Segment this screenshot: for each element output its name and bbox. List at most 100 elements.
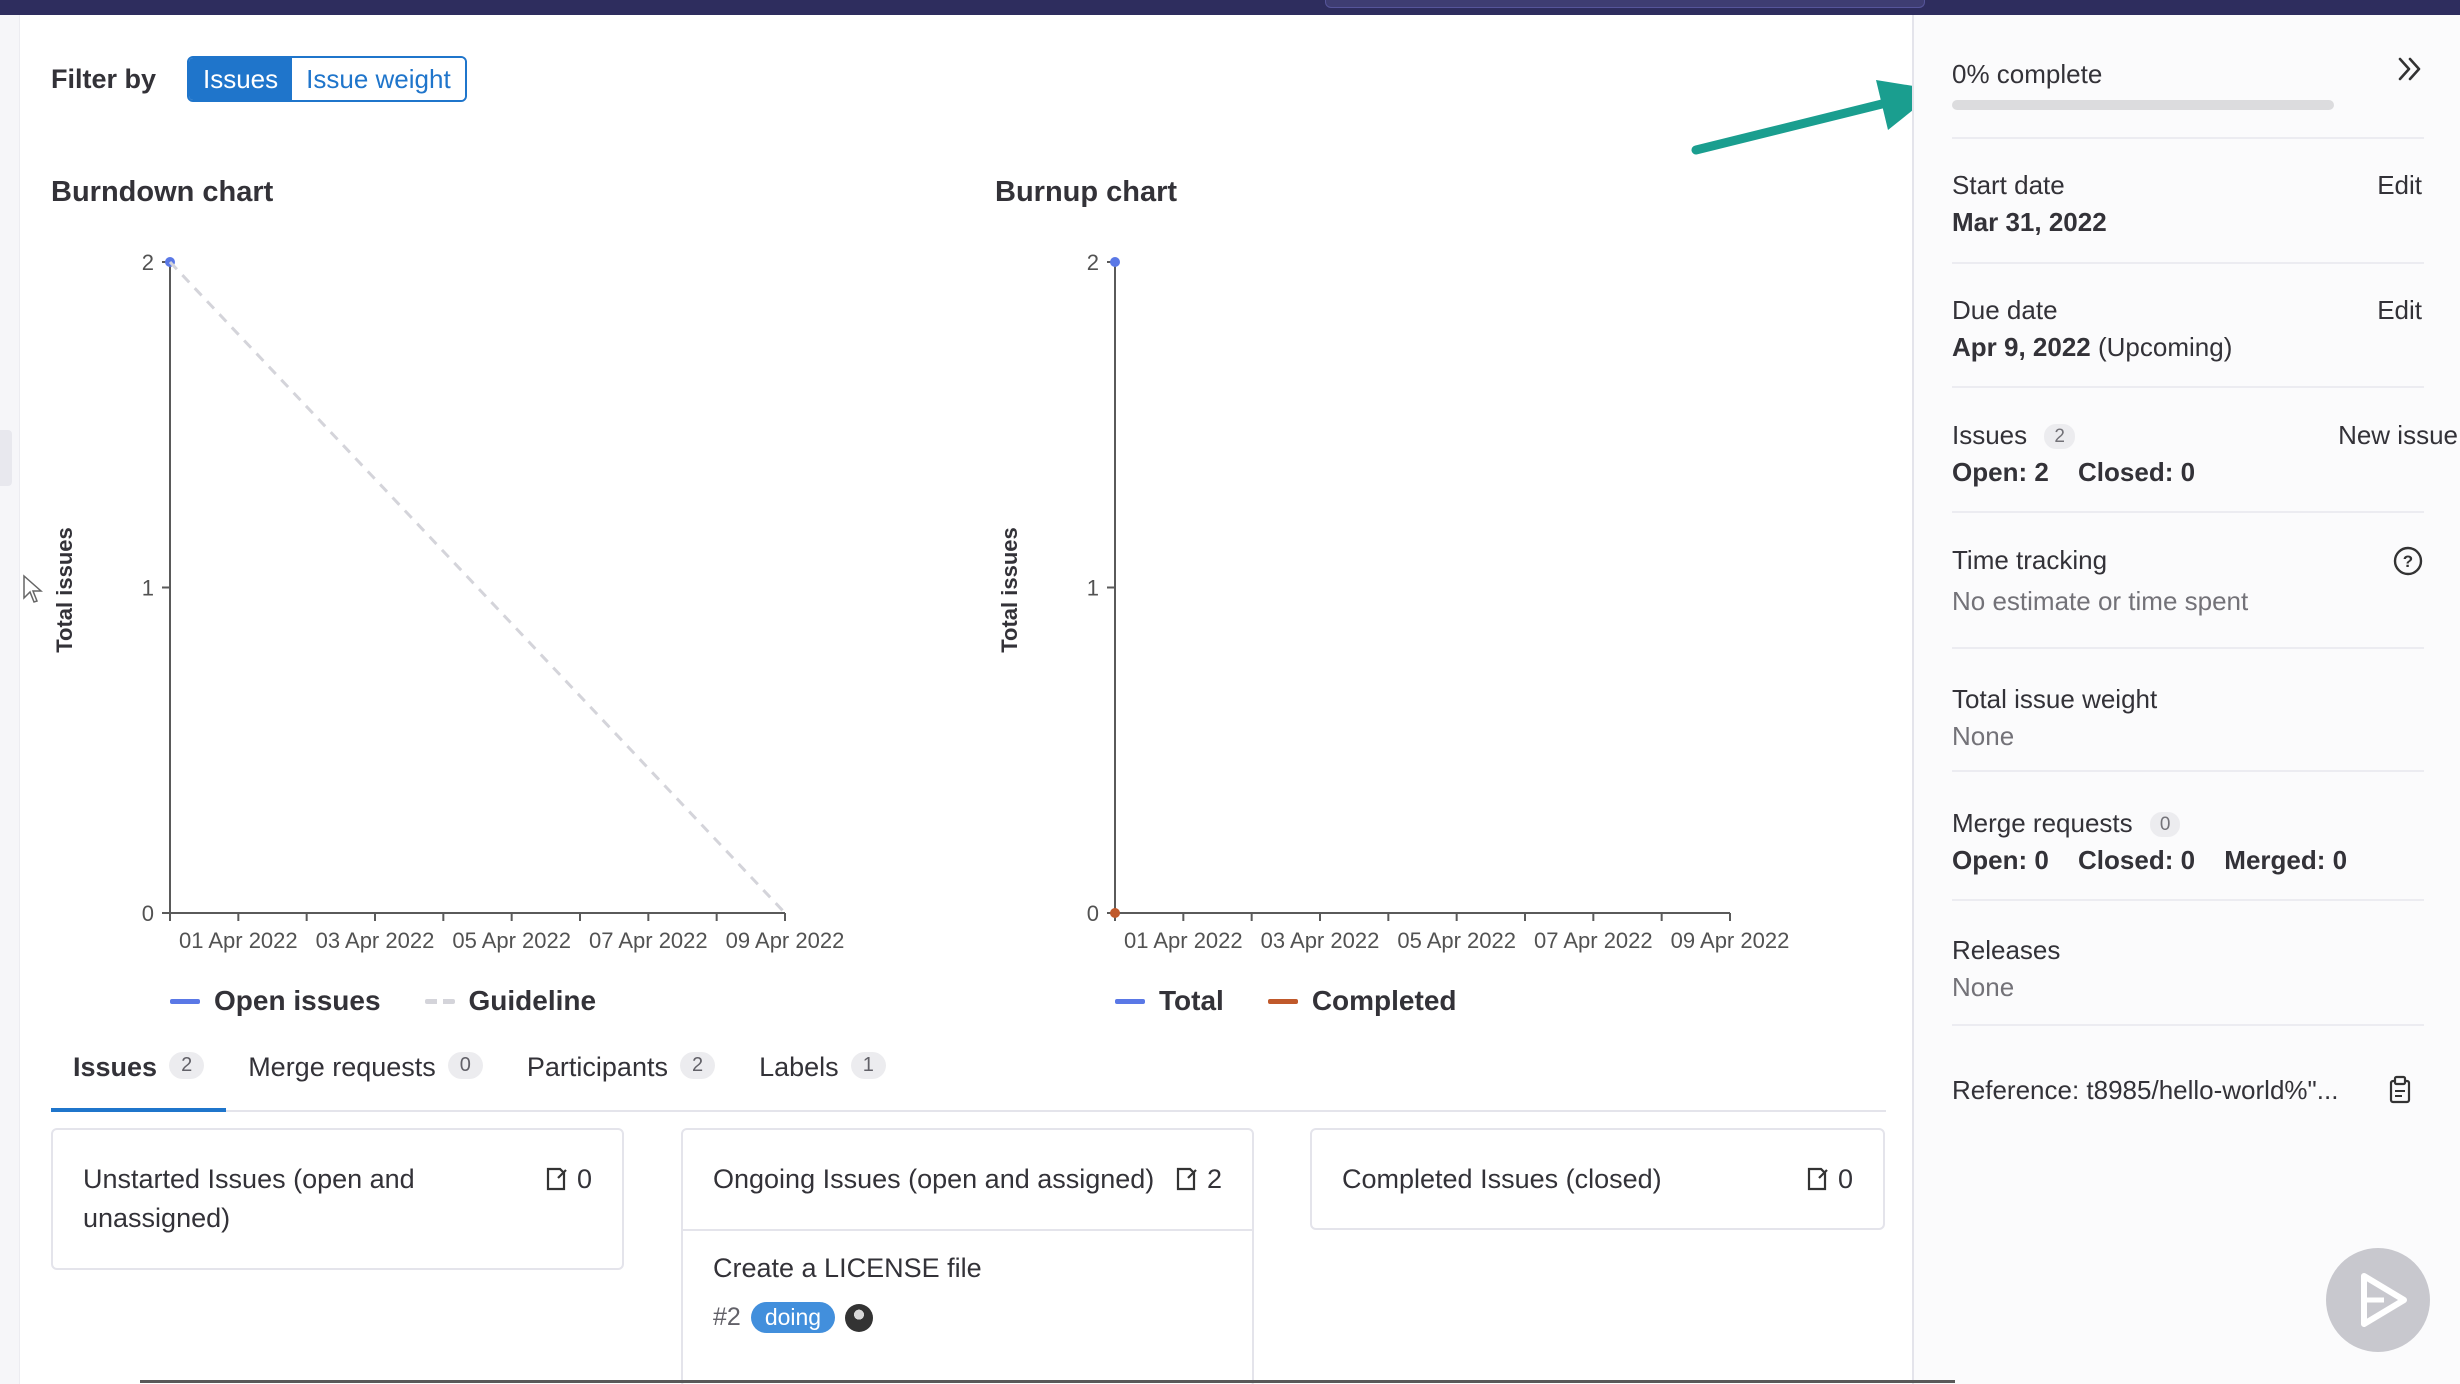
- unstarted-issues-column: Unstarted Issues (open and unassigned) 0: [51, 1128, 624, 1270]
- burnup-completed-point: [1110, 908, 1120, 918]
- due-date-value: Apr 9, 2022: [1952, 332, 2091, 362]
- merge-requests-label: Merge requests: [1952, 808, 2133, 838]
- reference-section: Reference: t8985/hello-world%"...: [1952, 1075, 2422, 1106]
- total-swatch: [1115, 998, 1145, 1004]
- issues-closed-count: Closed: 0: [2078, 457, 2196, 487]
- help-icon[interactable]: ?: [2392, 545, 2424, 577]
- tab-participants[interactable]: Participants 2: [505, 1040, 737, 1112]
- divider: [1952, 770, 2424, 772]
- copy-clipboard-icon[interactable]: [2384, 1073, 2416, 1105]
- svg-text:?: ?: [2403, 552, 2413, 571]
- issue-reference: #2: [713, 1303, 741, 1331]
- burnup-total-point: [1110, 257, 1120, 267]
- burndown-x-tick-label: 09 Apr 2022: [726, 928, 845, 953]
- burndown-y-tick-label: 1: [142, 576, 154, 601]
- mr-merged-count: Merged: 0: [2224, 845, 2348, 875]
- tab-labels-count: 1: [850, 1052, 886, 1079]
- issues-open-count: Open: 2: [1952, 457, 2049, 487]
- open-issues-swatch: [170, 998, 200, 1004]
- merge-requests-section: Merge requests 0 Open: 0 Closed: 0 Merge…: [1952, 808, 2422, 876]
- burndown-chart: Total issues 0 1 2 01 Apr 2022 03 Apr 2022 05…: [52, 250, 845, 953]
- issue-card[interactable]: Create a LICENSE file #2 doing: [683, 1229, 1252, 1355]
- tab-participants-label: Participants: [526, 1052, 668, 1082]
- issue-label-badge[interactable]: doing: [750, 1302, 836, 1333]
- ongoing-issues-count: 2: [1175, 1160, 1222, 1199]
- burnup-y-tick-label: 1: [1087, 576, 1099, 601]
- completed-issues-title: Completed Issues (closed): [1342, 1164, 1662, 1194]
- tab-merge-requests[interactable]: Merge requests 0: [226, 1040, 505, 1112]
- burndown-x-tick-label: 03 Apr 2022: [316, 928, 435, 953]
- burnup-chart: Total issues 0 1 2 01 Apr 2022 03 Apr 2022 05…: [997, 250, 1789, 953]
- new-issue-link[interactable]: New issue: [2338, 420, 2458, 451]
- burnup-x-tick-label: 07 Apr 2022: [1534, 928, 1653, 953]
- reference-text: Reference: t8985/hello-world%"...: [1952, 1075, 2339, 1105]
- divider: [1952, 511, 2424, 513]
- divider: [1952, 262, 2424, 264]
- issue-title-link[interactable]: Create a LICENSE file: [713, 1253, 1222, 1284]
- bottom-border: [140, 1380, 1955, 1383]
- assignee-avatar[interactable]: [845, 1303, 874, 1332]
- legend-guideline[interactable]: Guideline: [424, 985, 596, 1017]
- milestone-sidebar: 0% complete Start date Edit Mar 31, 2022…: [1912, 15, 2460, 1384]
- time-tracking-section: Time tracking No estimate or time spent: [1952, 545, 2422, 617]
- legend-total-label: Total: [1159, 985, 1224, 1016]
- tab-issues-count: 2: [169, 1052, 205, 1079]
- ongoing-issues-title: Ongoing Issues (open and assigned): [713, 1164, 1155, 1194]
- progress-bar: [1952, 100, 2334, 110]
- issues-section: Issues 2 New issue Open: 2 Closed: 0: [1952, 420, 2458, 488]
- legend-total[interactable]: Total: [1115, 985, 1224, 1017]
- due-date-status: (Upcoming): [2097, 332, 2233, 362]
- divider: [1952, 137, 2424, 139]
- tab-issues[interactable]: Issues 2: [51, 1040, 227, 1112]
- releases-label: Releases: [1952, 935, 2061, 965]
- left-nav-toggle[interactable]: [0, 430, 12, 486]
- due-date-label: Due date: [1952, 295, 2058, 325]
- unstarted-issues-title: Unstarted Issues (open and unassigned): [83, 1164, 415, 1233]
- filter-by-label: Filter by: [51, 64, 157, 94]
- burnup-x-tick-label: 01 Apr 2022: [1124, 928, 1243, 953]
- progress-text: 0% complete: [1952, 59, 2103, 89]
- ongoing-issues-column: Ongoing Issues (open and assigned) 2 Cre…: [681, 1128, 1254, 1384]
- merge-requests-count-badge: 0: [2149, 812, 2181, 838]
- filter-issues-button[interactable]: Issues: [189, 58, 293, 100]
- annotation-arrow-icon: [1691, 80, 1938, 155]
- issues-icon: [1807, 1167, 1828, 1191]
- legend-open-issues-label: Open issues: [214, 985, 381, 1016]
- burndown-y-tick-label: 0: [142, 901, 154, 926]
- start-date-value: Mar 31, 2022: [1952, 207, 2107, 237]
- mr-closed-count: Closed: 0: [2078, 845, 2196, 875]
- top-search-bar[interactable]: [1325, 0, 1925, 8]
- burnup-x-tick-label: 03 Apr 2022: [1261, 928, 1380, 953]
- left-nav-edge: [0, 15, 20, 1384]
- ongoing-count-value: 2: [1206, 1164, 1222, 1194]
- unstarted-issues-count: 0: [545, 1160, 592, 1238]
- issues-label: Issues: [1952, 420, 2028, 450]
- issues-count-badge: 2: [2044, 424, 2075, 450]
- start-date-edit-link[interactable]: Edit: [2377, 170, 2422, 201]
- total-issue-weight-label: Total issue weight: [1952, 684, 2158, 714]
- burnup-x-tick-label: 05 Apr 2022: [1397, 928, 1516, 953]
- due-date-edit-link[interactable]: Edit: [2377, 295, 2422, 326]
- burndown-legend: Open issues Guideline: [170, 985, 640, 1017]
- total-issue-weight-value: None: [1952, 721, 2015, 751]
- top-navbar: [0, 0, 2460, 15]
- burnup-y-tick-label: 2: [1087, 250, 1099, 275]
- divider: [1952, 899, 2424, 901]
- legend-open-issues[interactable]: Open issues: [170, 985, 381, 1017]
- progress-section: 0% complete: [1952, 59, 2422, 110]
- tab-labels[interactable]: Labels 1: [737, 1040, 908, 1112]
- filter-issue-weight-button[interactable]: Issue weight: [292, 58, 465, 100]
- time-tracking-value: No estimate or time spent: [1952, 586, 2249, 616]
- tab-merge-requests-label: Merge requests: [248, 1052, 436, 1082]
- divider: [1952, 1024, 2424, 1026]
- burndown-x-tick-label: 07 Apr 2022: [589, 928, 708, 953]
- burnup-chart-title: Burnup chart: [995, 176, 1178, 208]
- due-date-section: Due date Edit Apr 9, 2022 (Upcoming): [1952, 295, 2422, 363]
- legend-completed[interactable]: Completed: [1267, 985, 1457, 1017]
- milestone-tabs: Issues 2 Merge requests 0 Participants 2…: [51, 1040, 1886, 1112]
- completed-issues-column: Completed Issues (closed) 0: [1310, 1128, 1885, 1230]
- issues-icon: [1176, 1167, 1197, 1191]
- burndown-y-tick-label: 2: [142, 250, 154, 275]
- completed-count-value: 0: [1837, 1164, 1853, 1194]
- play-icon[interactable]: [2326, 1248, 2430, 1352]
